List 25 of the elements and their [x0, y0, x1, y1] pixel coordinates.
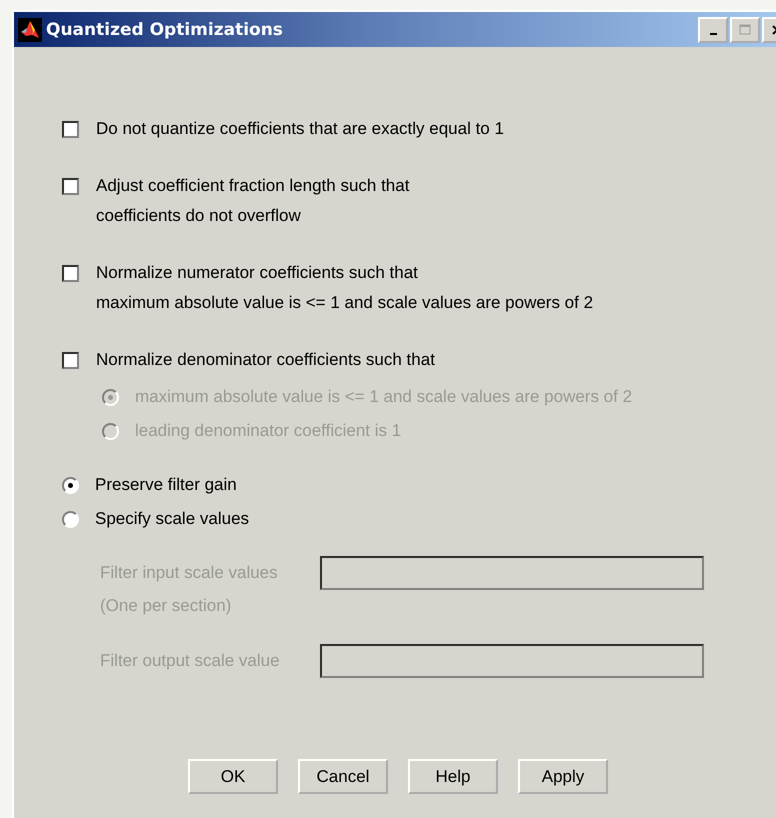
app-logo-icon: [18, 18, 42, 42]
checkbox[interactable]: [62, 178, 79, 195]
dialog-button[interactable]: OK: [188, 759, 278, 794]
checkbox[interactable]: [62, 121, 79, 138]
checkbox[interactable]: [62, 265, 79, 282]
field-note: (One per section): [100, 596, 232, 616]
maximize-icon: [739, 24, 751, 35]
field-label: Filter input scale values: [100, 563, 279, 583]
dialog-button[interactable]: Help: [408, 759, 498, 794]
radio-label: Preserve filter gain: [95, 474, 237, 496]
field-label: Filter output scale value: [100, 651, 281, 671]
checkbox-label: Normalize numerator coefficients such that maximum absolute value is <= 1 and scale values are powers of 2: [96, 262, 594, 314]
radio-button[interactable]: [62, 511, 79, 528]
checkbox-label: Adjust coefficient fraction length such that coefficients do not overflow: [96, 175, 410, 227]
dialog-button[interactable]: Apply: [518, 759, 608, 794]
checkbox-label: Normalize denominator coefficients such that: [96, 349, 435, 371]
dialog-button[interactable]: Cancel: [298, 759, 388, 794]
radio-label: Specify scale values: [95, 508, 250, 530]
checkbox-label: Do not quantize coefficients that are exactly equal to 1: [96, 118, 504, 140]
radio-button[interactable]: [62, 477, 79, 494]
window-title: Quantized Optimizations: [46, 20, 283, 40]
checkbox[interactable]: [62, 352, 79, 369]
radio-label: leading denominator coefficient is 1: [135, 420, 402, 442]
minimize-icon: [710, 32, 716, 34]
radio-label: maximum absolute value is <= 1 and scale values are powers of 2: [135, 386, 632, 408]
